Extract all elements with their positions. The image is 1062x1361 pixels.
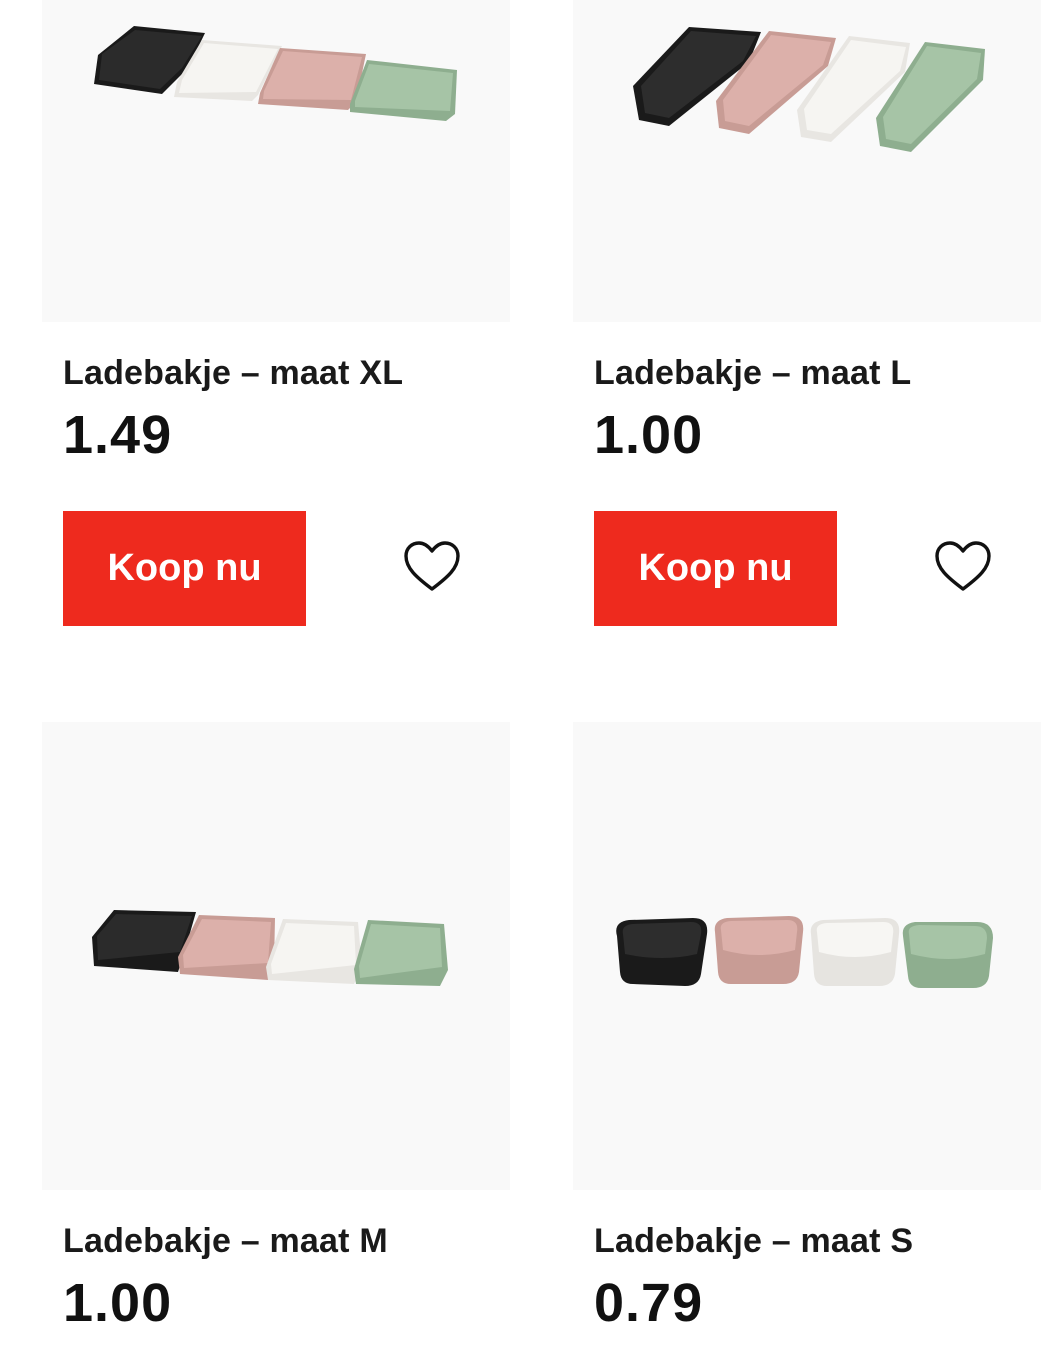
product-price: 1.00 bbox=[63, 1273, 173, 1333]
product-photo bbox=[633, 27, 985, 152]
product-title[interactable]: Ladebakje – maat L bbox=[594, 354, 911, 393]
product-title[interactable]: Ladebakje – maat XL bbox=[63, 354, 403, 393]
product-card[interactable]: Ladebakje – maat XL 1.49 Koop nu bbox=[42, 0, 510, 626]
favorite-button[interactable] bbox=[933, 539, 993, 595]
product-photo bbox=[92, 910, 448, 986]
product-photo bbox=[616, 916, 993, 988]
product-image[interactable] bbox=[42, 722, 510, 1190]
heart-icon bbox=[404, 541, 460, 591]
product-card[interactable]: Ladebakje – maat S 0.79 bbox=[573, 722, 1041, 1333]
heart-icon bbox=[935, 541, 991, 591]
buy-now-button[interactable]: Koop nu bbox=[63, 511, 306, 626]
product-photo bbox=[94, 26, 457, 121]
product-title[interactable]: Ladebakje – maat S bbox=[594, 1222, 913, 1261]
favorite-button[interactable] bbox=[402, 539, 462, 595]
buy-now-button[interactable]: Koop nu bbox=[594, 511, 837, 626]
product-price: 1.00 bbox=[594, 405, 704, 465]
product-card[interactable]: Ladebakje – maat M 1.00 bbox=[42, 722, 510, 1333]
product-image[interactable] bbox=[573, 722, 1041, 1190]
product-image[interactable] bbox=[42, 0, 510, 322]
product-price: 1.49 bbox=[63, 405, 173, 465]
product-image[interactable] bbox=[573, 0, 1041, 322]
product-price: 0.79 bbox=[594, 1273, 704, 1333]
product-card[interactable]: Ladebakje – maat L 1.00 Koop nu bbox=[573, 0, 1041, 626]
product-title[interactable]: Ladebakje – maat M bbox=[63, 1222, 388, 1261]
